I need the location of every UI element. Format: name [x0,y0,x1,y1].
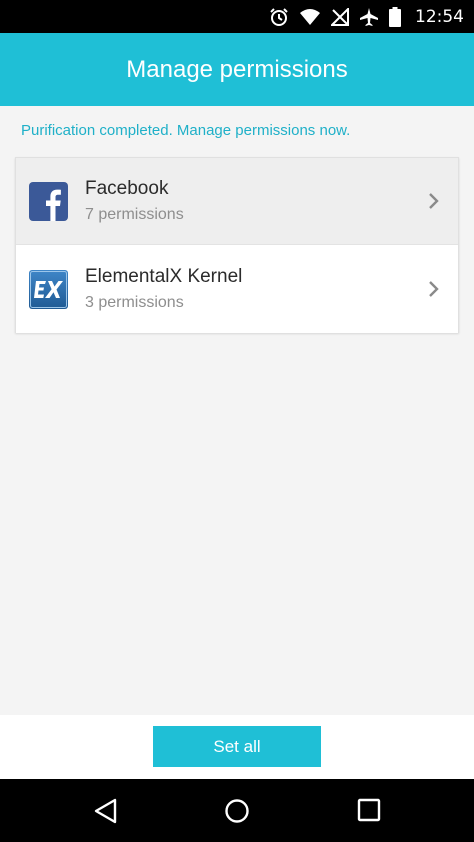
page-title: Manage permissions [126,55,348,83]
home-icon[interactable] [224,798,250,829]
airplane-icon [359,7,379,27]
status-bar: 12:54 [0,0,474,33]
footer: Set all [0,715,474,779]
back-icon[interactable] [93,798,119,829]
clock: 12:54 [415,6,464,27]
facebook-icon [29,182,68,221]
app-name: ElementalX Kernel [85,266,243,287]
elementalx-icon [29,270,68,309]
app-list: Facebook 7 permissions ElementalX Kernel… [15,157,459,333]
battery-icon [389,6,401,27]
recents-icon[interactable] [357,798,381,827]
status-icons: 12:54 [269,0,464,33]
navigation-bar [0,779,474,842]
alarm-icon [269,7,289,27]
app-bar: Manage permissions [0,33,474,106]
list-item-facebook[interactable]: Facebook 7 permissions [16,158,458,245]
chevron-right-icon [428,280,440,303]
permission-count: 3 permissions [85,294,184,311]
app-name: Facebook [85,178,169,199]
wifi-icon [299,8,321,26]
permission-count: 7 permissions [85,206,184,223]
list-item-elementalx[interactable]: ElementalX Kernel 3 permissions [16,246,458,333]
set-all-button[interactable]: Set all [153,726,321,767]
chevron-right-icon [428,192,440,215]
no-signal-icon [331,7,349,26]
info-message: Purification completed. Manage permissio… [21,122,351,139]
